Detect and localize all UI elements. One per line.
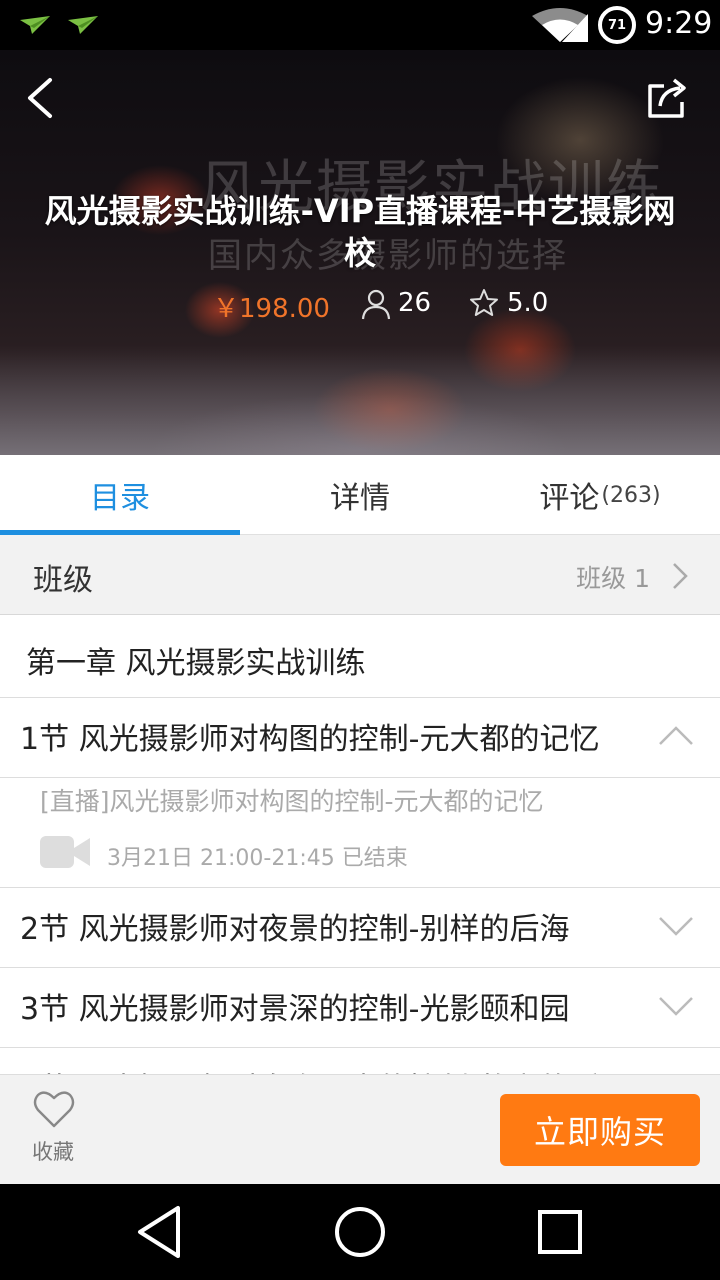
tab-comments-count: (263) (601, 482, 661, 508)
tab-details[interactable]: 详情 (240, 455, 480, 535)
heart-icon[interactable] (33, 1089, 75, 1129)
nav-recents-icon[interactable] (536, 1204, 584, 1260)
tab-bar: 目录 详情 评论 (263) (0, 455, 720, 535)
chapter-heading: 第一章 风光摄影实战训练 (0, 616, 720, 698)
system-nav-bar (0, 1184, 720, 1280)
video-camera-icon (40, 836, 90, 868)
class-label: 班级 (33, 563, 93, 598)
lesson-item[interactable]: 2节 风光摄影师对夜景的控制-别样的后海 (0, 888, 720, 968)
session-time: 3月21日 21:00-21:45 已结束 (107, 846, 408, 871)
lesson-title: 1节 风光摄影师对构图的控制-元大都的记忆 (20, 722, 600, 757)
session-title: [直播]风光摄影师对构图的控制-元大都的记忆 (40, 787, 544, 816)
class-selector[interactable]: 班级 班级 1 (0, 535, 720, 615)
chevron-up-icon[interactable] (658, 724, 694, 748)
favorite-label[interactable]: 收藏 (32, 1136, 74, 1166)
course-hero: 风光摄影实战训练 国内众多摄影师的选择 风光摄影实战训练-VIP直播课程-中艺摄… (0, 50, 720, 455)
share-icon[interactable] (644, 74, 690, 120)
airplane-notification-icon (20, 16, 50, 34)
clock: 9:29 (645, 6, 713, 41)
tab-comments-label: 评论 (539, 481, 600, 516)
course-price: ￥198.00 (213, 294, 330, 324)
nav-back-icon[interactable] (134, 1204, 184, 1260)
status-bar: 71 9:29 (0, 0, 720, 50)
back-arrow-icon[interactable] (22, 76, 62, 120)
chevron-down-icon[interactable] (658, 914, 694, 938)
tab-catalog-label: 目录 (90, 481, 150, 516)
star-icon (470, 289, 498, 316)
lesson-title: 2节 风光摄影师对夜景的控制-别样的后海 (20, 912, 570, 947)
class-value: 班级 1 (576, 564, 650, 593)
purchase-bar: 收藏 立即购买 (0, 1074, 720, 1184)
chevron-right-icon (673, 563, 688, 589)
battery-icon: 71 (598, 6, 636, 44)
lesson-title: 3节 风光摄影师对景深的控制-光影颐和园 (20, 992, 570, 1027)
nav-home-icon[interactable] (333, 1204, 387, 1260)
battery-level: 71 (607, 17, 627, 33)
student-count: 26 (398, 288, 432, 318)
tab-catalog[interactable]: 目录 (0, 455, 240, 535)
person-icon (361, 289, 391, 320)
course-meta: ￥198.00 26 5.0 (0, 286, 720, 326)
tab-details-label: 详情 (330, 481, 390, 516)
wifi-icon (532, 8, 588, 42)
chapter-title: 第一章 风光摄影实战训练 (26, 646, 366, 681)
chevron-down-icon[interactable] (658, 994, 694, 1018)
lesson-item[interactable]: 1节 风光摄影师对构图的控制-元大都的记忆 (0, 698, 720, 778)
lesson-item[interactable]: 3节 风光摄影师对景深的控制-光影颐和园 (0, 968, 720, 1048)
course-rating: 5.0 (507, 288, 549, 318)
buy-now-button[interactable]: 立即购买 (500, 1094, 700, 1166)
course-title: 风光摄影实战训练-VIP直播课程-中艺摄影网校 (44, 192, 676, 272)
airplane-notification-icon (68, 16, 98, 34)
tab-comments[interactable]: 评论 (263) (480, 455, 720, 535)
lesson-session[interactable]: [直播]风光摄影师对构图的控制-元大都的记忆 3月21日 21:00-21:45… (0, 778, 720, 888)
hero-snow-overlay (0, 345, 720, 455)
